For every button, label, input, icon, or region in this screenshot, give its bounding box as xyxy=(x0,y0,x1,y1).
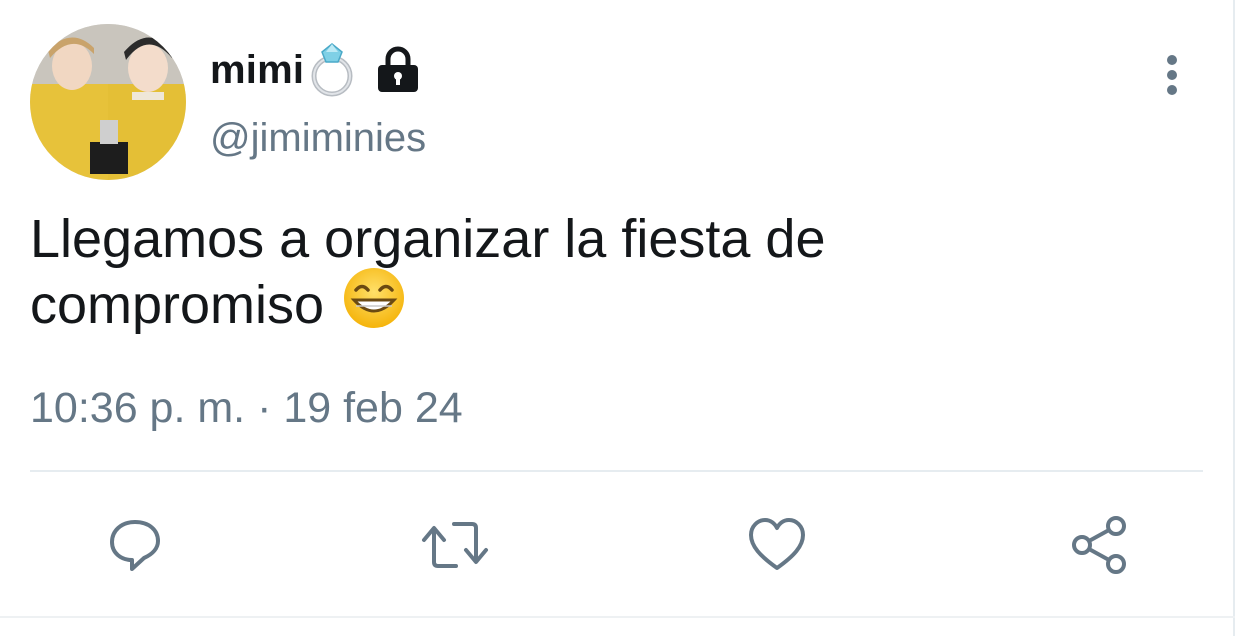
avatar[interactable] xyxy=(30,24,186,180)
tweet-actions xyxy=(0,510,1235,580)
tweet-card: mimi @jimiminies Llegamos a organizar la… xyxy=(0,0,1235,636)
tweet-text-line-1: Llegamos a organizar la fiesta de xyxy=(30,209,826,269)
tweet-text: Llegamos a organizar la fiesta de compro… xyxy=(30,208,1030,347)
share-button[interactable] xyxy=(1064,510,1134,580)
more-options-button[interactable] xyxy=(1150,50,1194,100)
tweet-text-word: compromiso xyxy=(30,274,325,335)
lock-icon xyxy=(376,46,420,94)
reply-icon xyxy=(110,520,160,571)
more-options-icon xyxy=(1167,55,1177,95)
bottom-divider xyxy=(0,616,1235,618)
like-button[interactable] xyxy=(742,510,812,580)
like-icon xyxy=(749,518,805,570)
display-name[interactable]: mimi xyxy=(210,48,304,93)
user-handle[interactable]: @jimiminies xyxy=(210,116,426,161)
divider xyxy=(30,470,1203,472)
ring-icon xyxy=(308,42,358,98)
reply-button[interactable] xyxy=(100,510,170,580)
avatar-image xyxy=(30,24,186,180)
retweet-icon xyxy=(422,522,488,568)
retweet-button[interactable] xyxy=(420,510,490,580)
grinning-face-icon xyxy=(342,266,406,343)
tweet-text-line-2: compromiso xyxy=(30,268,1030,347)
tweet-timestamp[interactable]: 10:36 p. m. · 19 feb 24 xyxy=(30,384,463,433)
display-name-row: mimi xyxy=(210,40,420,100)
share-icon xyxy=(1072,516,1126,574)
